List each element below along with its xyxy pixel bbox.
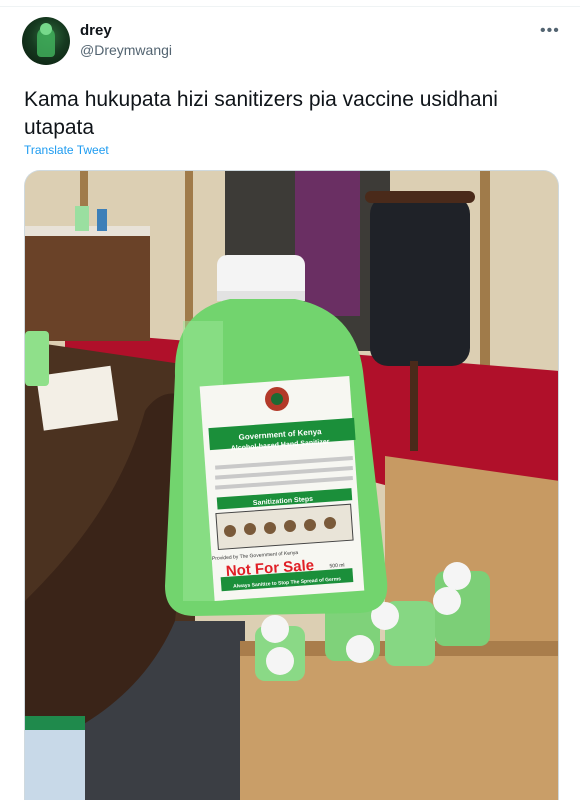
tweet: drey @Dreymwangi ••• Kama hukupata hizi … [0, 0, 580, 800]
avatar-figure-head [40, 23, 52, 35]
tweet-text: Kama hukupata hizi sanitizers pia vaccin… [24, 88, 498, 139]
more-horizontal-icon[interactable]: ••• [540, 22, 560, 40]
display-name[interactable]: drey [80, 22, 112, 39]
translate-tweet-link[interactable]: Translate Tweet [24, 143, 109, 157]
tweet-photo[interactable]: Government of Kenya Alcohol-based Hand S… [24, 170, 559, 800]
wall-panel-line [185, 171, 193, 331]
divider [0, 6, 580, 7]
desk [25, 231, 150, 341]
bracelet [25, 716, 85, 730]
wall-panel-line [480, 171, 490, 381]
chair-leg [410, 361, 418, 451]
chair [370, 196, 470, 366]
label-volume: 500 ml [329, 562, 344, 569]
avatar[interactable] [22, 17, 70, 65]
bottle-left [25, 331, 49, 386]
bottle [75, 206, 89, 231]
water-bottle [97, 209, 107, 231]
handle[interactable]: @Dreymwangi [80, 42, 172, 58]
sleeve [25, 721, 85, 800]
chair-top [365, 191, 475, 203]
photo-scene: Government of Kenya Alcohol-based Hand S… [25, 171, 558, 800]
